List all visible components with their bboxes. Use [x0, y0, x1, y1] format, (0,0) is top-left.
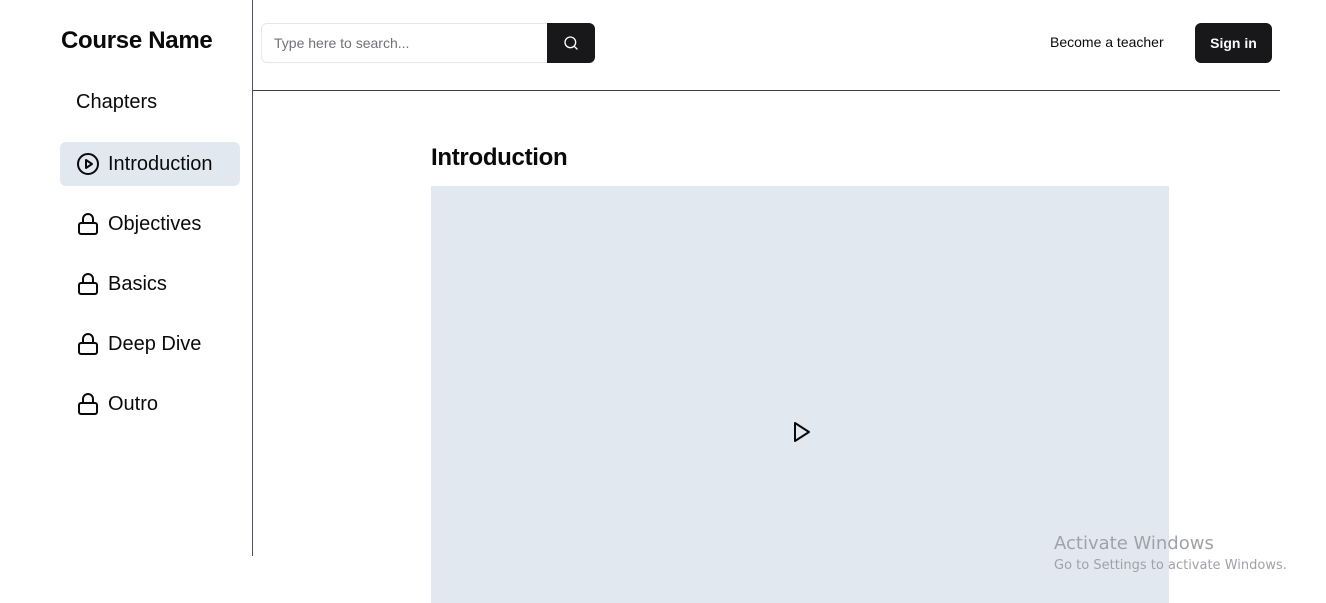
- play-circle-icon: [76, 152, 100, 176]
- chapter-item-introduction[interactable]: Introduction: [60, 142, 240, 186]
- chapter-title: Introduction: [431, 144, 568, 171]
- chapter-label: Introduction: [108, 152, 213, 175]
- search-bar: [261, 23, 595, 63]
- search-icon: [563, 35, 579, 51]
- chapter-item-deep-dive[interactable]: Deep Dive: [60, 322, 240, 366]
- chapter-item-objectives[interactable]: Objectives: [60, 202, 240, 246]
- activate-windows-watermark: Activate Windows Go to Settings to activ…: [1054, 533, 1287, 573]
- chapters-heading: Chapters: [76, 91, 158, 113]
- chapter-label: Outro: [108, 392, 159, 415]
- chapter-label: Deep Dive: [108, 332, 202, 355]
- course-title: Course Name: [61, 27, 213, 54]
- chapter-label: Basics: [108, 272, 167, 295]
- chapter-list: Introduction Objectives Basics Deep Dive…: [60, 142, 240, 442]
- watermark-subtitle: Go to Settings to activate Windows.: [1054, 558, 1287, 573]
- lock-icon: [76, 392, 100, 416]
- sign-in-button[interactable]: Sign in: [1195, 23, 1272, 63]
- lock-icon: [76, 212, 100, 236]
- sidebar: Course Name Chapters Introduction Object…: [0, 0, 253, 556]
- chapter-item-outro[interactable]: Outro: [60, 382, 240, 426]
- lock-icon: [76, 272, 100, 296]
- watermark-title: Activate Windows: [1054, 533, 1214, 554]
- chapter-item-basics[interactable]: Basics: [60, 262, 240, 306]
- search-button[interactable]: [547, 23, 595, 63]
- top-bar: Become a teacher Sign in: [253, 0, 1280, 91]
- search-input[interactable]: [261, 23, 547, 63]
- become-teacher-link[interactable]: Become a teacher: [1050, 34, 1164, 50]
- lock-icon: [76, 332, 100, 356]
- chapter-label: Objectives: [108, 212, 202, 235]
- play-icon[interactable]: [789, 420, 813, 444]
